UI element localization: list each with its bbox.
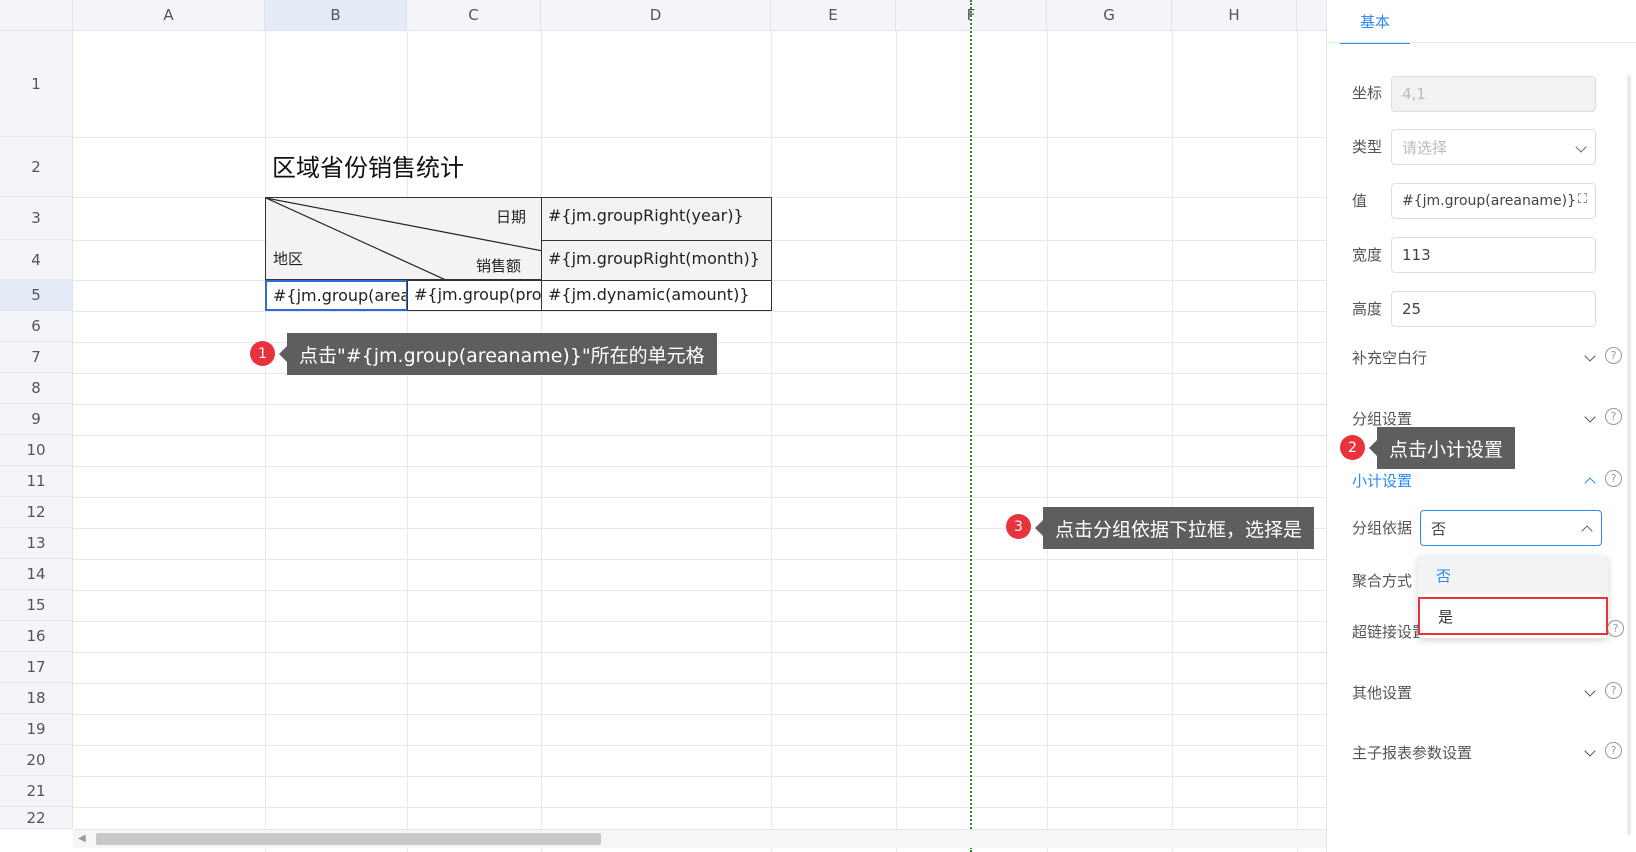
help-icon[interactable]: ? (1607, 620, 1624, 637)
row-header-10[interactable]: 10 (0, 435, 73, 466)
section-subreport-params[interactable]: 主子报表参数设置 ? (1352, 742, 1622, 764)
tab-basic[interactable]: 基本 (1340, 0, 1410, 44)
page-break-line (970, 0, 972, 852)
row-header-6[interactable]: 6 (0, 311, 73, 342)
column-header-extra[interactable] (1297, 0, 1326, 31)
row-header-2[interactable]: 2 (0, 137, 73, 197)
help-icon[interactable]: ? (1605, 408, 1622, 425)
chevron-down-icon (1575, 141, 1587, 153)
section-subreport-params-label: 主子报表参数设置 (1352, 744, 1473, 762)
row-header-18[interactable]: 18 (0, 683, 73, 714)
scroll-left-arrow-icon[interactable]: ◀ (78, 833, 86, 844)
cell-d4[interactable]: #{jm.groupRight(month)} (541, 240, 772, 281)
chevron-down-icon (1584, 685, 1596, 697)
height-label: 高度 (1352, 300, 1383, 318)
value-input[interactable]: #{jm.group(areaname)} ⛶ (1391, 183, 1596, 219)
row-header-20[interactable]: 20 (0, 745, 73, 776)
row-header-1[interactable]: 1 (0, 31, 73, 137)
group-basis-dropdown: 否 是 (1418, 556, 1608, 638)
cell-d3[interactable]: #{jm.groupRight(year)} (541, 197, 772, 241)
row-header-13[interactable]: 13 (0, 528, 73, 559)
report-title: 区域省份销售统计 (272, 154, 464, 182)
height-input[interactable]: 25 (1391, 291, 1596, 327)
row-header-21[interactable]: 21 (0, 776, 73, 807)
coord-label: 坐标 (1352, 84, 1383, 102)
type-select[interactable]: 请选择 (1391, 129, 1596, 165)
chevron-down-icon (1584, 411, 1596, 423)
header-date-label: 日期 (496, 208, 527, 226)
row-header-3[interactable]: 3 (0, 197, 73, 240)
chevron-up-icon (1581, 525, 1593, 537)
select-all-corner[interactable] (0, 0, 73, 31)
type-label: 类型 (1352, 138, 1383, 156)
horizontal-scrollbar[interactable]: ◀ (73, 829, 1326, 848)
row-header-14[interactable]: 14 (0, 559, 73, 590)
column-header-d[interactable]: D (541, 0, 771, 31)
cell-b5[interactable]: #{jm.group(area (265, 280, 408, 311)
row-header-9[interactable]: 9 (0, 404, 73, 435)
section-other-settings[interactable]: 其他设置 ? (1352, 682, 1622, 704)
group-basis-label: 分组依据 (1352, 519, 1413, 537)
collapse-icon[interactable]: ⛶ (1578, 192, 1587, 207)
help-icon[interactable]: ? (1605, 347, 1622, 364)
row-header-11[interactable]: 11 (0, 466, 73, 497)
help-icon[interactable]: ? (1605, 682, 1622, 699)
row-header-7[interactable]: 7 (0, 342, 73, 373)
chevron-up-icon (1584, 477, 1596, 489)
option-yes[interactable]: 是 (1418, 597, 1608, 635)
row-header-16[interactable]: 16 (0, 621, 73, 652)
cell-d5[interactable]: #{jm.dynamic(amount)} (541, 280, 772, 311)
column-header-e[interactable]: E (771, 0, 896, 31)
annotation-3-tooltip: 点击分组依据下拉框，选择是 (1034, 507, 1315, 549)
row-header-19[interactable]: 19 (0, 714, 73, 745)
section-subtotal-settings-label: 小计设置 (1352, 472, 1413, 490)
section-fill-blank-rows[interactable]: 补充空白行 ? (1352, 347, 1622, 369)
annotation-1-tooltip: 点击"#{jm.group(areaname)}"所在的单元格 (279, 333, 717, 375)
chevron-down-icon (1584, 745, 1596, 757)
row-header-22[interactable]: 22 (0, 807, 73, 829)
annotation-2-badge: 2 (1340, 435, 1365, 460)
row-header-12[interactable]: 12 (0, 497, 73, 528)
width-label: 宽度 (1352, 246, 1383, 264)
aggregate-label: 聚合方式 (1352, 572, 1413, 590)
panel-scrollbar[interactable] (1627, 75, 1631, 835)
help-icon[interactable]: ? (1605, 742, 1622, 759)
group-basis-value: 否 (1431, 519, 1447, 538)
column-header-h[interactable]: H (1172, 0, 1297, 31)
value-text: #{jm.group(areaname)} (1402, 193, 1577, 209)
section-other-settings-label: 其他设置 (1352, 684, 1413, 702)
help-icon[interactable]: ? (1605, 470, 1622, 487)
group-basis-select[interactable]: 否 (1420, 510, 1602, 546)
horizontal-scroll-thumb[interactable] (96, 833, 601, 845)
row-header-5[interactable]: 5 (0, 280, 73, 311)
cell-c5[interactable]: #{jm.group(pro (407, 280, 542, 311)
properties-panel: 基本 坐标 4,1 类型 请选择 值 #{jm.group(areaname)}… (1326, 0, 1636, 852)
header-region-label: 地区 (273, 250, 304, 268)
row-header-4[interactable]: 4 (0, 240, 73, 280)
annotation-1-badge: 1 (250, 341, 275, 366)
row-header-15[interactable]: 15 (0, 590, 73, 621)
column-header-a[interactable]: A (73, 0, 265, 31)
value-label: 值 (1352, 192, 1368, 210)
hyperlink-label[interactable]: 超链接设置 (1352, 621, 1427, 642)
diagonal-header-cell[interactable]: 日期 地区 销售额 (265, 197, 542, 280)
column-header-b[interactable]: B (265, 0, 407, 31)
header-sales-label: 销售额 (476, 257, 522, 275)
annotation-3-badge: 3 (1006, 514, 1031, 539)
type-select-placeholder: 请选择 (1402, 138, 1448, 157)
chevron-down-icon (1584, 350, 1596, 362)
row-header-17[interactable]: 17 (0, 652, 73, 683)
column-header-g[interactable]: G (1047, 0, 1172, 31)
width-input[interactable]: 113 (1391, 237, 1596, 273)
coord-input: 4,1 (1391, 76, 1596, 112)
annotation-2-tooltip: 点击小计设置 (1368, 427, 1516, 469)
column-header-c[interactable]: C (407, 0, 541, 31)
section-subtotal-settings[interactable]: 小计设置 ? (1352, 470, 1622, 492)
option-no[interactable]: 否 (1418, 556, 1608, 594)
section-fill-blank-rows-label: 补充空白行 (1352, 349, 1428, 367)
spreadsheet[interactable]: A B C D E F G H 1 2 3 4 5 6 7 8 9 10 11 … (0, 0, 1326, 852)
row-header-8[interactable]: 8 (0, 373, 73, 404)
section-group-settings-label: 分组设置 (1352, 410, 1413, 428)
